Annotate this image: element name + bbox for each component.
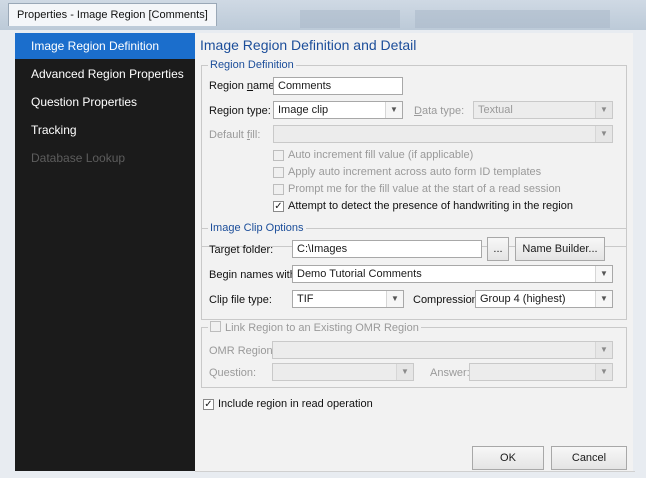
clip-file-type-select[interactable]: TIF ▼ <box>292 290 404 308</box>
begin-names-value: Demo Tutorial Comments <box>297 268 422 280</box>
region-definition-legend: Region Definition <box>210 59 294 71</box>
chevron-down-icon: ▼ <box>595 342 612 358</box>
apply-auto-increment-label: Apply auto increment across auto form ID… <box>288 166 542 178</box>
target-folder-label: Target folder: <box>209 244 274 256</box>
region-name-input[interactable]: Comments <box>273 77 403 95</box>
region-type-value: Image clip <box>278 104 329 116</box>
omr-region-label: OMR Region: <box>209 345 276 357</box>
ok-button[interactable]: OK <box>472 446 544 470</box>
omr-link-checkbox <box>210 321 221 332</box>
include-region-label: Include region in read operation <box>218 398 373 410</box>
name-builder-button[interactable]: Name Builder... <box>515 237 605 261</box>
compression-value: Group 4 (highest) <box>480 293 566 305</box>
data-type-label: Data type: <box>414 105 465 117</box>
chevron-down-icon[interactable]: ▼ <box>595 291 612 307</box>
apply-auto-increment-checkbox <box>273 167 284 178</box>
chevron-down-icon: ▼ <box>595 364 612 380</box>
browse-button[interactable]: ... <box>487 237 509 261</box>
target-folder-input[interactable]: C:\Images <box>292 240 482 258</box>
auto-increment-checkbox <box>273 150 284 161</box>
region-type-select[interactable]: Image clip ▼ <box>273 101 403 119</box>
region-name-label: Region name: <box>209 80 278 92</box>
page-title: Image Region Definition and Detail <box>200 37 417 53</box>
begin-names-label: Begin names with: <box>209 269 299 281</box>
clip-file-type-label: Clip file type: <box>209 294 272 306</box>
compression-select[interactable]: Group 4 (highest) ▼ <box>475 290 613 308</box>
image-clip-options-legend: Image Clip Options <box>210 222 304 234</box>
sidebar-item-advanced-region-properties[interactable]: Advanced Region Properties <box>15 61 195 87</box>
sidebar-item-database-lookup: Database Lookup <box>31 151 126 165</box>
window-bottom-border <box>195 471 635 472</box>
chevron-down-icon[interactable]: ▼ <box>385 102 402 118</box>
title-bar: Properties - Image Region [Comments] <box>0 0 646 30</box>
sidebar: Image Region Definition Advanced Region … <box>15 33 195 471</box>
chevron-down-icon[interactable]: ▼ <box>595 266 612 282</box>
main-panel: Image Region Definition and Detail Regio… <box>195 33 633 471</box>
checkmark-icon: ✓ <box>274 201 283 212</box>
prompt-fill-label: Prompt me for the fill value at the star… <box>288 183 561 195</box>
answer-select: ▼ <box>469 363 613 381</box>
compression-label: Compression: <box>413 294 481 306</box>
chevron-down-icon: ▼ <box>396 364 413 380</box>
titlebar-glass <box>415 10 610 28</box>
sidebar-item-image-region-definition[interactable]: Image Region Definition <box>15 33 195 59</box>
data-type-value: Textual <box>478 104 513 116</box>
prompt-fill-checkbox <box>273 184 284 195</box>
chevron-down-icon: ▼ <box>595 102 612 118</box>
default-fill-label: Default fill: <box>209 129 261 141</box>
omr-region-select: ▼ <box>272 341 613 359</box>
detect-handwriting-label: Attempt to detect the presence of handwr… <box>288 200 573 212</box>
checkmark-icon: ✓ <box>204 399 213 410</box>
auto-increment-label: Auto increment fill value (if applicable… <box>288 149 474 161</box>
cancel-button[interactable]: Cancel <box>551 446 627 470</box>
data-type-select: Textual ▼ <box>473 101 613 119</box>
sidebar-item-question-properties[interactable]: Question Properties <box>15 89 195 115</box>
include-region-checkbox[interactable]: ✓ <box>203 399 214 410</box>
question-select: ▼ <box>272 363 414 381</box>
question-label: Question: <box>209 367 257 379</box>
begin-names-select[interactable]: Demo Tutorial Comments ▼ <box>292 265 613 283</box>
default-fill-select: ▼ <box>273 125 613 143</box>
sidebar-item-tracking[interactable]: Tracking <box>15 117 195 143</box>
omr-link-legend: Link Region to an Existing OMR Region <box>208 320 421 334</box>
titlebar-glass <box>300 10 400 28</box>
answer-label: Answer: <box>430 367 470 379</box>
chevron-down-icon: ▼ <box>595 126 612 142</box>
window-title: Properties - Image Region [Comments] <box>8 3 217 26</box>
detect-handwriting-checkbox[interactable]: ✓ <box>273 201 284 212</box>
clip-file-type-value: TIF <box>297 293 314 305</box>
region-type-label: Region type: <box>209 105 271 117</box>
chevron-down-icon[interactable]: ▼ <box>386 291 403 307</box>
